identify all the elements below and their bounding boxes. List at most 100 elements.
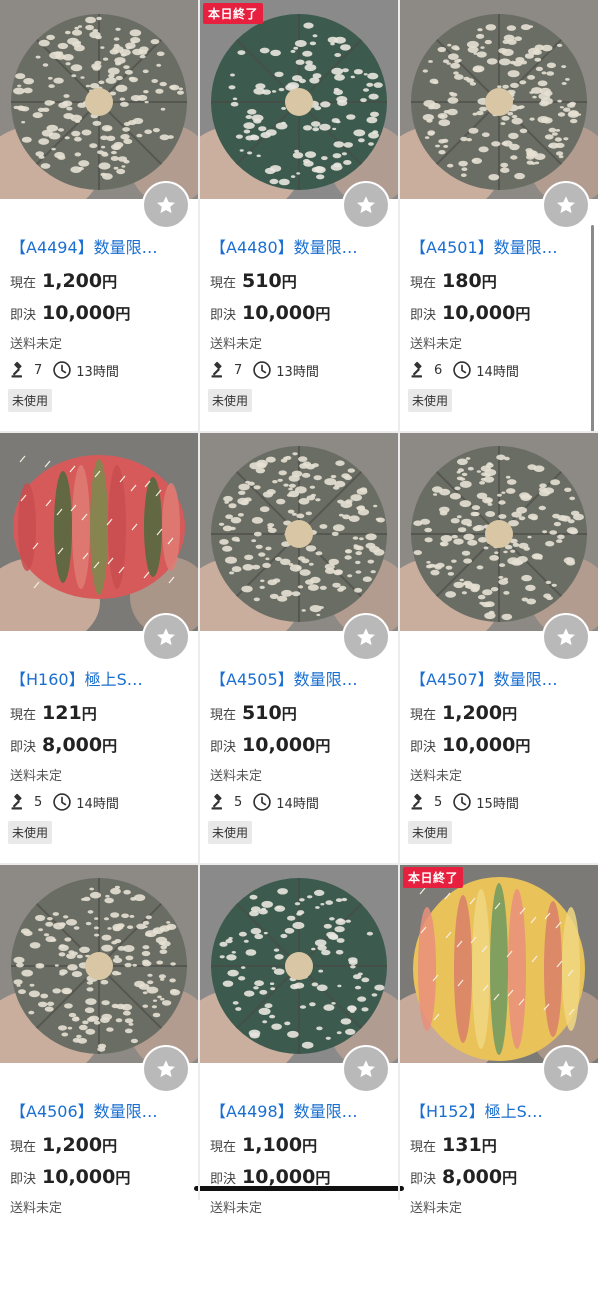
product-card[interactable]: 【A4494】数量限… 現在 1,200 円 即決 10,000 円 送料未定 … <box>0 0 198 431</box>
product-title[interactable]: 【A4501】数量限… <box>410 234 590 258</box>
gavel-icon <box>10 361 28 379</box>
clock-icon <box>252 792 272 812</box>
gavel-icon <box>410 361 428 379</box>
favorite-button[interactable] <box>142 613 190 661</box>
buyout-price: 8,000 <box>42 734 103 756</box>
product-title[interactable]: 【H160】極上S… <box>10 666 190 690</box>
current-label: 現在 <box>410 708 437 723</box>
product-image[interactable] <box>0 432 198 631</box>
home-indicator[interactable] <box>194 1186 404 1191</box>
star-icon <box>155 626 177 648</box>
yen-unit: 円 <box>115 1169 131 1187</box>
shipping-text: 送料未定 <box>10 769 63 784</box>
star-icon <box>355 1058 377 1080</box>
clock-icon <box>52 360 72 380</box>
product-image[interactable] <box>0 864 198 1063</box>
product-image[interactable] <box>400 432 598 631</box>
favorite-button[interactable] <box>142 181 190 229</box>
product-image[interactable] <box>200 864 398 1063</box>
current-label: 現在 <box>210 1140 237 1155</box>
current-price: 131 <box>442 1134 482 1156</box>
product-title[interactable]: 【A4505】数量限… <box>210 666 390 690</box>
product-card[interactable]: 【A4507】数量限… 現在 1,200 円 即決 10,000 円 送料未定 … <box>400 432 598 863</box>
clock-icon <box>452 360 472 380</box>
buyout-price: 10,000 <box>42 302 116 324</box>
star-icon <box>155 194 177 216</box>
product-card[interactable]: 【A4506】数量限… 現在 1,200 円 即決 10,000 円 送料未定 <box>0 864 198 1295</box>
gavel-icon <box>410 793 428 811</box>
buyout-price: 10,000 <box>42 1166 116 1188</box>
current-price-row: 現在 131 円 <box>410 1134 497 1156</box>
favorite-button[interactable] <box>142 1045 190 1093</box>
bid-count: 5 <box>434 794 443 810</box>
buyout-price: 10,000 <box>242 734 316 756</box>
shipping-text: 送料未定 <box>410 769 463 784</box>
product-title[interactable]: 【A4498】数量限… <box>210 1098 390 1122</box>
product-title[interactable]: 【A4480】数量限… <box>210 234 390 258</box>
shipping-text: 送料未定 <box>210 769 263 784</box>
buyout-label: 即決 <box>410 740 437 755</box>
bid-count: 5 <box>34 794 43 810</box>
product-image[interactable] <box>0 0 198 199</box>
favorite-button[interactable] <box>342 181 390 229</box>
product-card[interactable]: 【A4505】数量限… 現在 510 円 即決 10,000 円 送料未定 5 <box>200 432 398 863</box>
star-icon <box>155 1058 177 1080</box>
time-left: 14時間 <box>76 796 119 812</box>
yen-unit: 円 <box>502 705 518 723</box>
favorite-button[interactable] <box>342 613 390 661</box>
buyout-label: 即決 <box>210 308 237 323</box>
product-image[interactable] <box>200 432 398 631</box>
gavel-icon <box>210 793 228 811</box>
shipping-text: 送料未定 <box>410 337 463 352</box>
favorite-button[interactable] <box>542 1045 590 1093</box>
bid-count: 7 <box>234 362 243 378</box>
bid-count: 6 <box>434 362 443 378</box>
product-image[interactable] <box>400 0 598 199</box>
current-price: 121 <box>42 702 82 724</box>
product-title[interactable]: 【A4507】数量限… <box>410 666 590 690</box>
auction-meta: 5 15時間 <box>410 792 519 812</box>
buyout-price: 8,000 <box>442 1166 503 1188</box>
product-card[interactable]: 本日終了 【A4480】数量限… 現在 510 円 即決 10,000 円 送料未… <box>200 0 398 431</box>
star-icon <box>555 1058 577 1080</box>
product-title[interactable]: 【H152】極上S… <box>410 1098 590 1122</box>
current-price: 1,200 <box>42 1134 103 1156</box>
buyout-price-row: 即決 10,000 円 <box>10 1166 130 1188</box>
current-price: 510 <box>242 702 282 724</box>
favorite-button[interactable] <box>542 613 590 661</box>
bid-count: 5 <box>234 794 243 810</box>
scrollbar[interactable] <box>591 225 594 435</box>
current-price-row: 現在 1,200 円 <box>410 702 517 724</box>
yen-unit: 円 <box>102 737 118 755</box>
current-price-row: 現在 510 円 <box>210 270 297 292</box>
favorite-button[interactable] <box>342 1045 390 1093</box>
current-price: 1,100 <box>242 1134 303 1156</box>
product-title[interactable]: 【A4494】数量限… <box>10 234 190 258</box>
favorite-button[interactable] <box>542 181 590 229</box>
product-title[interactable]: 【A4506】数量限… <box>10 1098 190 1122</box>
yen-unit: 円 <box>315 737 331 755</box>
current-label: 現在 <box>210 708 237 723</box>
clock-icon <box>252 360 272 380</box>
product-image[interactable] <box>400 864 598 1063</box>
time-left: 13時間 <box>276 364 319 380</box>
product-image[interactable] <box>200 0 398 199</box>
auction-meta: 5 14時間 <box>210 792 319 812</box>
buyout-price-row: 即決 10,000 円 <box>410 302 530 324</box>
ending-today-badge: 本日終了 <box>403 867 464 888</box>
yen-unit: 円 <box>515 737 531 755</box>
product-card[interactable]: 【A4498】数量限… 現在 1,100 円 即決 10,000 円 送料未定 <box>200 864 398 1295</box>
auction-meta: 5 14時間 <box>10 792 119 812</box>
product-card[interactable]: 本日終了 【H152】極上S… 現在 131 円 即決 8,000 円 送料未定 <box>400 864 598 1295</box>
auction-meta: 7 13時間 <box>210 360 319 380</box>
gavel-icon <box>10 793 28 811</box>
clock-icon <box>52 792 72 812</box>
buyout-label: 即決 <box>210 1172 237 1187</box>
product-card[interactable]: 【H160】極上S… 現在 121 円 即決 8,000 円 送料未定 5 14… <box>0 432 198 863</box>
auction-meta: 6 14時間 <box>410 360 519 380</box>
yen-unit: 円 <box>302 1137 318 1155</box>
product-card[interactable]: 【A4501】数量限… 現在 180 円 即決 10,000 円 送料未定 6 <box>400 0 598 431</box>
yen-unit: 円 <box>115 305 131 323</box>
yen-unit: 円 <box>481 273 497 291</box>
buyout-price-row: 即決 8,000 円 <box>410 1166 517 1188</box>
